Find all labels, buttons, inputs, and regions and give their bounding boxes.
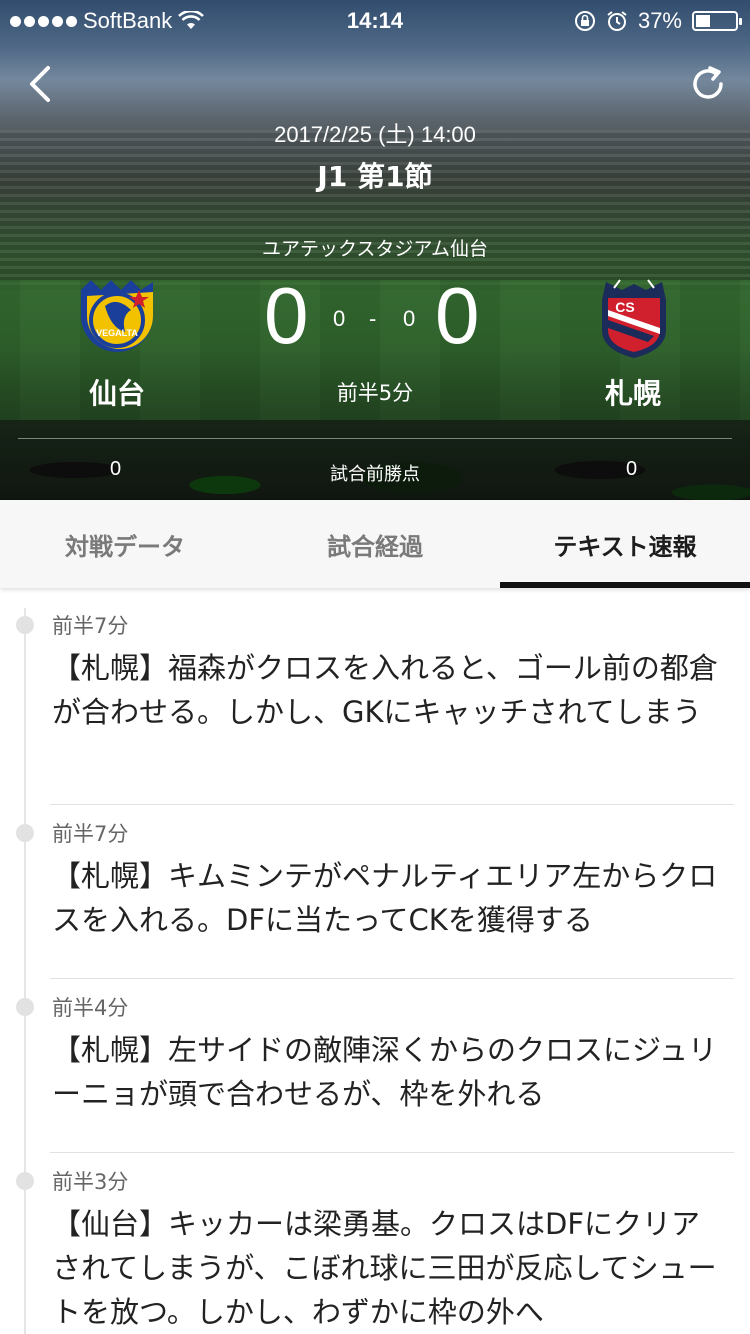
entry-text: 【仙台】キッカーは梁勇基。クロスはDFにクリアされてしまうが、こぼれ球に三田が反… (52, 1207, 717, 1329)
battery-percent: 37% (637, 8, 682, 33)
entry-text: 【札幌】福森がクロスを入れると、ゴール前の都倉が合わせる。しかし、GKにキャッチ… (52, 651, 718, 729)
score-separator: - (369, 306, 377, 331)
home-score: 0 (264, 271, 309, 360)
timeline-dot (16, 998, 34, 1016)
home-team-logo[interactable]: VEGALTA (75, 276, 159, 360)
match-header: SoftBank 14:14 37% 2017/2/25 (土) 14:00 J… (0, 0, 750, 500)
match-date: 2017/2/25 (土) 14:00 (274, 122, 476, 147)
entry-divider (50, 1152, 734, 1153)
entry-divider (50, 978, 734, 979)
text-commentary-feed[interactable]: 前半7分 【札幌】福森がクロスを入れると、ゴール前の都倉が合わせる。しかし、GK… (0, 588, 750, 1334)
header-divider (18, 438, 732, 439)
tab-bar: 対戦データ 試合経過 テキスト速報 (0, 500, 750, 588)
back-button[interactable] (22, 62, 62, 106)
away-pre-points: 0 (626, 458, 638, 480)
entry-time: 前半4分 (52, 996, 129, 1020)
away-team-name[interactable]: 札幌 (563, 372, 703, 412)
refresh-icon (693, 66, 723, 99)
home-half-score: 0 (333, 306, 346, 331)
away-score: 0 (435, 271, 480, 360)
status-bar: SoftBank 14:14 37% (0, 0, 750, 40)
timeline-dot (16, 824, 34, 842)
tab-match-progress[interactable]: 試合経過 (250, 500, 500, 588)
entry-time: 前半3分 (52, 1170, 129, 1194)
away-team-logo[interactable]: CS (592, 276, 676, 360)
entry-text: 【札幌】左サイドの敵陣深くからのクロスにジュリーニョが頭で合わせるが、枠を外れる (52, 1033, 717, 1111)
entry-text: 【札幌】キムミンテがペナルティエリア左からクロスを入れる。DFに当たってCKを獲… (52, 859, 718, 937)
svg-text:CS: CS (615, 299, 634, 315)
timeline-dot (16, 1172, 34, 1190)
venue-name: ユアテックスタジアム仙台 (261, 238, 489, 260)
timeline-dot (16, 616, 34, 634)
rotation-lock-icon (574, 11, 595, 31)
timeline-line (24, 608, 26, 1334)
away-half-score: 0 (403, 306, 416, 331)
refresh-button[interactable] (688, 64, 728, 104)
pre-points-label: 試合前勝点 (330, 464, 420, 485)
tab-text-live[interactable]: テキスト速報 (500, 500, 750, 588)
entry-divider (50, 804, 734, 805)
match-round: J1 第1節 (317, 160, 433, 193)
vegalta-crest-icon: VEGALTA (81, 280, 153, 352)
battery-icon (692, 11, 742, 31)
entry-time: 前半7分 (52, 822, 129, 846)
svg-text:VEGALTA: VEGALTA (96, 328, 138, 338)
chevron-left-icon (30, 66, 50, 102)
tab-matchup-data[interactable]: 対戦データ (0, 500, 250, 588)
entry-time: 前半7分 (52, 614, 129, 638)
alarm-icon (607, 11, 627, 31)
consadole-crest-icon: CS (602, 279, 666, 358)
